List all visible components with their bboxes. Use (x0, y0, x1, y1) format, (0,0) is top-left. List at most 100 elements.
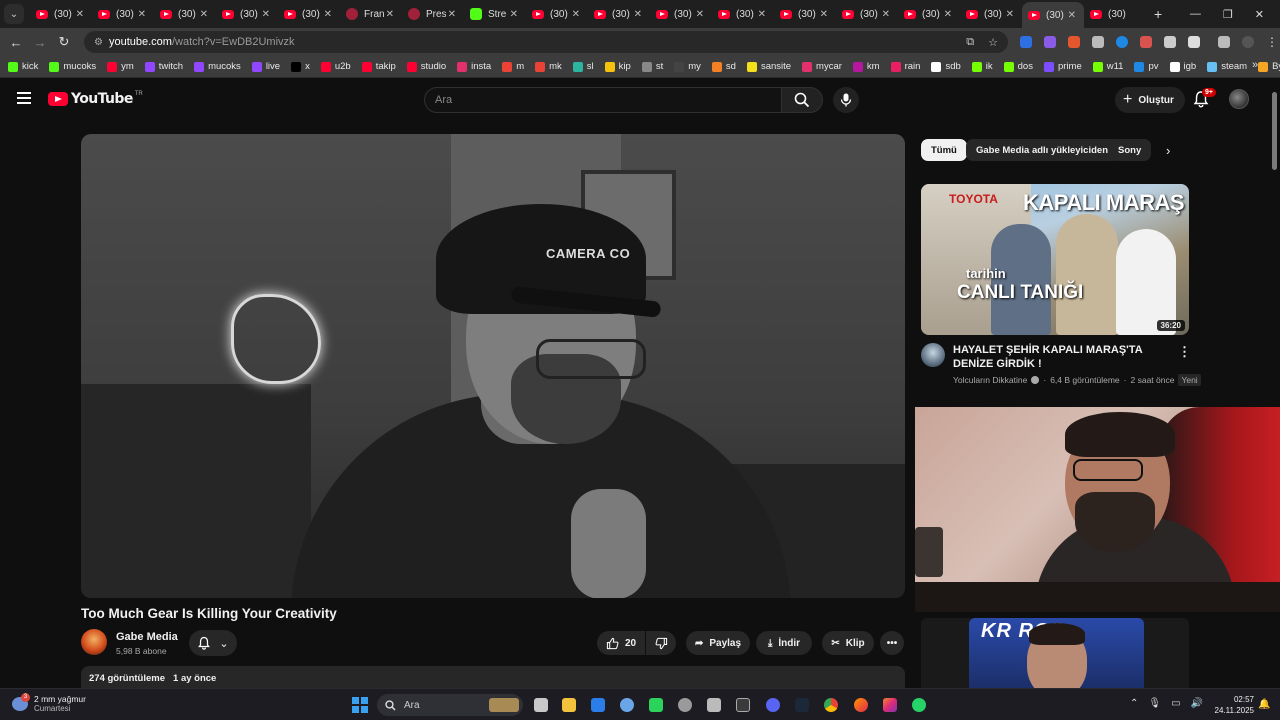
bookmark-item[interactable]: igb (1169, 61, 1196, 72)
start-button[interactable] (352, 697, 368, 713)
bookmark-item[interactable]: ym (107, 61, 134, 72)
tab-close-icon[interactable]: ✕ (386, 9, 394, 20)
youtube-logo[interactable]: YouTube TR (48, 91, 143, 107)
account-avatar[interactable] (1229, 89, 1249, 109)
clip-button[interactable]: ✂ Klip (822, 631, 874, 655)
reading-list-icon[interactable] (1218, 36, 1230, 48)
tab-close-icon[interactable]: ✕ (262, 9, 270, 20)
more-actions-button[interactable]: ••• (880, 631, 904, 655)
forward-button[interactable]: → (28, 35, 52, 50)
tab-close-icon[interactable]: ✕ (882, 9, 890, 20)
volume-icon[interactable]: 🔊 (1191, 698, 1203, 709)
extension-icon[interactable] (1044, 36, 1056, 48)
recommended-channel-name[interactable]: Yolcuların Dikkatine (953, 375, 1027, 385)
chip-sony[interactable]: Sony (1108, 139, 1152, 161)
bookmark-item[interactable]: sl (572, 61, 594, 72)
bookmark-item[interactable]: mucoks (49, 61, 96, 72)
site-info-icon[interactable]: ⚙ (94, 37, 103, 48)
chip-all[interactable]: Tümü (921, 139, 967, 161)
chevron-right-icon[interactable]: › (1166, 143, 1170, 158)
chrome-icon[interactable] (824, 698, 838, 712)
bookmark-item[interactable]: m (502, 61, 524, 72)
browser-tab[interactable]: (30) ✕ (216, 2, 278, 26)
bookmark-item[interactable]: pv (1134, 61, 1159, 72)
browser-tab[interactable]: (30) (1084, 2, 1146, 26)
bookmark-item[interactable]: st (641, 61, 663, 72)
tray-expand-icon[interactable]: ⌃ (1130, 698, 1138, 709)
bookmark-item[interactable]: u2b (320, 61, 351, 72)
headset-app-icon[interactable] (649, 698, 663, 712)
recommended-video-thumbnail[interactable]: TOYOTA KAPALI MARAŞ tarihin CANLI TANIĞI… (921, 184, 1189, 335)
chip-from-uploader[interactable]: Gabe Media adlı yükleyiciden (966, 139, 1118, 161)
bookmark-item[interactable]: steam (1207, 61, 1247, 72)
tab-close-icon[interactable]: ✕ (944, 9, 952, 20)
channel-name[interactable]: Gabe Media (116, 631, 178, 643)
extension-icon[interactable] (1164, 36, 1176, 48)
profile-avatar[interactable] (1242, 36, 1254, 48)
tab-close-icon[interactable]: ✕ (1068, 10, 1076, 21)
extensions-puzzle-icon[interactable] (1188, 36, 1200, 48)
notifications-button[interactable]: 9+ (1192, 88, 1216, 110)
bookmarks-overflow-icon[interactable]: » (1252, 59, 1258, 71)
bookmark-item[interactable]: rain (890, 61, 920, 72)
store-icon[interactable] (591, 698, 605, 712)
tab-close-icon[interactable]: ✕ (200, 9, 208, 20)
tab-search-button[interactable]: ⌄ (4, 4, 24, 24)
video-player[interactable]: CAMERA CO (81, 134, 905, 598)
minimize-icon[interactable]: — (1190, 8, 1201, 21)
like-button[interactable]: 20 (597, 631, 645, 655)
close-window-icon[interactable]: ✕ (1255, 8, 1264, 21)
new-tab-button[interactable]: + (1154, 6, 1162, 22)
browser-tab[interactable]: (30) ✕ (774, 2, 836, 26)
clock[interactable]: 02:57 24.11.2025 (1214, 694, 1254, 716)
bookmark-item[interactable]: sdb (931, 61, 961, 72)
discord-icon[interactable] (766, 698, 780, 712)
browser-tab[interactable]: Fran ✕ (340, 2, 402, 26)
browser-tab[interactable]: (30) ✕ (92, 2, 154, 26)
extension-icon[interactable] (1068, 36, 1080, 48)
subscribed-bell-button[interactable]: ⌄ (189, 630, 237, 656)
extension-icon[interactable] (1116, 36, 1128, 48)
channel-avatar[interactable] (81, 629, 107, 655)
install-app-icon[interactable]: ⧉ (966, 36, 974, 49)
tab-close-icon[interactable]: ✕ (758, 9, 766, 20)
taskbar-search[interactable]: Ara (377, 694, 523, 716)
browser-tab[interactable]: (30) ✕ (898, 2, 960, 26)
tab-close-icon[interactable]: ✕ (820, 9, 828, 20)
browser-tab[interactable]: (30) ✕ (1022, 2, 1084, 28)
bookmark-item[interactable]: w11 (1092, 61, 1123, 72)
browser-tab[interactable]: (30) ✕ (650, 2, 712, 26)
address-bar[interactable]: ⚙ youtube.com /watch?v=EwDB2Umivzk ⧉ ☆ (84, 31, 1008, 53)
search-input[interactable]: Ara (424, 87, 782, 113)
app-icon[interactable] (707, 698, 721, 712)
bookmark-item[interactable]: mycar (802, 61, 842, 72)
bookmark-item[interactable]: dos (1003, 61, 1033, 72)
create-button[interactable]: + Oluştur (1115, 87, 1185, 113)
reload-button[interactable]: ↻ (52, 34, 76, 50)
notification-center-icon[interactable]: 🔔 (1258, 699, 1270, 710)
tab-close-icon[interactable]: ✕ (510, 9, 518, 20)
tab-close-icon[interactable]: ✕ (634, 9, 642, 20)
browser-tab[interactable]: (30) ✕ (278, 2, 340, 26)
dislike-button[interactable] (646, 631, 676, 655)
bookmark-item[interactable]: ik (971, 61, 993, 72)
file-explorer-icon[interactable] (562, 698, 576, 712)
bookmark-item[interactable]: sd (711, 61, 736, 72)
bookmark-item[interactable]: studio (406, 61, 446, 72)
whatsapp-icon[interactable] (912, 698, 926, 712)
maximize-icon[interactable]: ❐ (1223, 8, 1233, 21)
app-icon[interactable] (736, 698, 750, 712)
browser-tab[interactable]: Stre ✕ (464, 2, 526, 26)
bookmark-item[interactable]: twitch (144, 61, 183, 72)
browser-tab[interactable]: (30) ✕ (588, 2, 650, 26)
network-icon[interactable]: ▭ (1171, 698, 1180, 709)
tab-close-icon[interactable]: ✕ (138, 9, 146, 20)
bookmark-star-icon[interactable]: ☆ (988, 36, 998, 49)
bookmark-item[interactable]: takip (361, 61, 396, 72)
steam-icon[interactable] (795, 698, 809, 712)
back-button[interactable]: ← (4, 35, 28, 50)
bookmark-item[interactable]: kip (604, 61, 631, 72)
browser-tab[interactable]: (30) ✕ (960, 2, 1022, 26)
microphone-tray-icon[interactable]: 🎙 (1148, 698, 1161, 709)
bookmark-item[interactable]: km (852, 61, 880, 72)
